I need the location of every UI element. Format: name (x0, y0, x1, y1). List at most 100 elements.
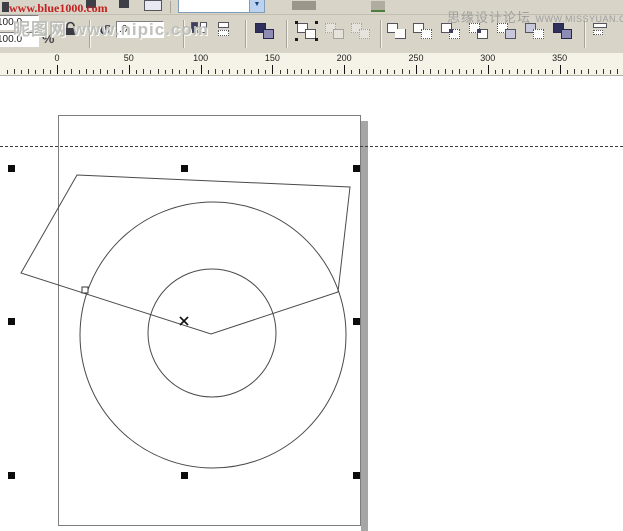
ruler-tick (165, 70, 166, 74)
combine-icon[interactable] (254, 22, 276, 41)
curve-node-marker[interactable] (82, 287, 88, 293)
ruler-tick (359, 69, 360, 74)
ruler-tick (100, 69, 101, 74)
ruler-tick (150, 70, 151, 74)
ruler-tick (337, 70, 338, 74)
ungroup-all-icon[interactable] (350, 22, 372, 41)
ruler-tick (251, 70, 252, 74)
ruler-tick (107, 70, 108, 74)
ruler-tick (567, 70, 568, 74)
ruler-tick (545, 69, 546, 74)
ruler-tick (574, 69, 575, 74)
ruler-tick (430, 69, 431, 74)
ruler-tick (409, 70, 410, 74)
ruler-tick (416, 65, 417, 74)
ruler-tick (552, 70, 553, 74)
selection-handle[interactable] (8, 318, 15, 325)
ruler-tick (7, 70, 8, 74)
ruler-tick (229, 69, 230, 74)
watermark-blue1000: www.blue1000.com (9, 1, 108, 16)
selection-handle[interactable] (353, 472, 360, 479)
group-icon[interactable] (296, 22, 318, 41)
ruler-tick (603, 69, 604, 74)
toolbar-separator (380, 20, 382, 48)
watermark-missyuan-name: 思缘设计论坛 (447, 10, 531, 25)
ruler-tick (517, 69, 518, 74)
ruler-tick (129, 65, 130, 74)
ruler-tick (158, 69, 159, 74)
ruler-tick (538, 70, 539, 74)
ruler-tick (308, 70, 309, 74)
ruler-tick (423, 70, 424, 74)
ruler-tick (380, 70, 381, 74)
ruler-tick (344, 65, 345, 74)
polygon-shape[interactable] (21, 175, 350, 334)
ruler-tick (136, 70, 137, 74)
ruler-tick (50, 70, 51, 74)
ungroup-icon[interactable] (324, 22, 346, 41)
ruler-label: 250 (408, 53, 423, 63)
ruler-tick (64, 70, 65, 74)
ruler-tick (222, 70, 223, 74)
ruler-tick (488, 65, 489, 74)
ruler-tick (244, 69, 245, 74)
circle-shape[interactable] (148, 269, 276, 397)
ruler-tick (258, 69, 259, 74)
import-icon[interactable] (144, 0, 162, 11)
ruler-label: 50 (124, 53, 134, 63)
selection-handle[interactable] (181, 472, 188, 479)
weld-icon[interactable] (386, 22, 408, 41)
ruler-tick (28, 69, 29, 74)
trim-icon[interactable] (412, 22, 434, 41)
drawing-shapes[interactable] (0, 76, 623, 531)
ruler-tick (287, 69, 288, 74)
print-icon[interactable] (119, 0, 129, 8)
selection-handle[interactable] (353, 318, 360, 325)
ruler-tick (330, 69, 331, 74)
horizontal-ruler[interactable]: 050100150200250300350 (0, 53, 623, 76)
selection-handle[interactable] (353, 165, 360, 172)
zoom-level-combo[interactable]: ▼ (178, 0, 265, 13)
ruler-tick (193, 70, 194, 74)
ruler-tick (21, 70, 22, 74)
ruler-tick (215, 69, 216, 74)
mirror-vertical-icon[interactable] (214, 21, 236, 40)
ruler-label: 100 (193, 53, 208, 63)
canvas-area[interactable] (0, 76, 623, 531)
ruler-tick (473, 69, 474, 74)
ruler-tick (560, 65, 561, 74)
ruler-tick (581, 70, 582, 74)
ruler-tick (265, 70, 266, 74)
selection-handle[interactable] (181, 165, 188, 172)
ruler-tick (394, 70, 395, 74)
selection-handle[interactable] (8, 165, 15, 172)
toolbar-separator (286, 20, 288, 48)
ruler-label: 200 (337, 53, 352, 63)
ruler-tick (122, 70, 123, 74)
tool-icon-partial[interactable] (2, 2, 9, 12)
ruler-tick (237, 70, 238, 74)
ruler-tick (35, 70, 36, 74)
snap-menu-partial[interactable] (292, 1, 316, 10)
ruler-tick (79, 70, 80, 74)
toolbar-separator (170, 1, 171, 13)
selection-handle[interactable] (8, 472, 15, 479)
ruler-tick (143, 69, 144, 74)
pen-icon-partial[interactable] (371, 1, 385, 12)
ruler-tick (201, 65, 202, 74)
ruler-label: 150 (265, 53, 280, 63)
ruler-label: 300 (480, 53, 495, 63)
ruler-tick (617, 69, 618, 74)
ruler-tick (114, 69, 115, 74)
toolbar-separator (245, 20, 247, 48)
ruler-tick (172, 69, 173, 74)
ruler-label: 350 (552, 53, 567, 63)
ruler-tick (280, 70, 281, 74)
circle-shape[interactable] (80, 202, 346, 468)
ruler-tick (57, 65, 58, 74)
ruler-tick (315, 69, 316, 74)
chevron-down-icon[interactable]: ▼ (249, 0, 264, 12)
ruler-tick (208, 70, 209, 74)
ruler-tick (402, 69, 403, 74)
ruler-tick (495, 70, 496, 74)
